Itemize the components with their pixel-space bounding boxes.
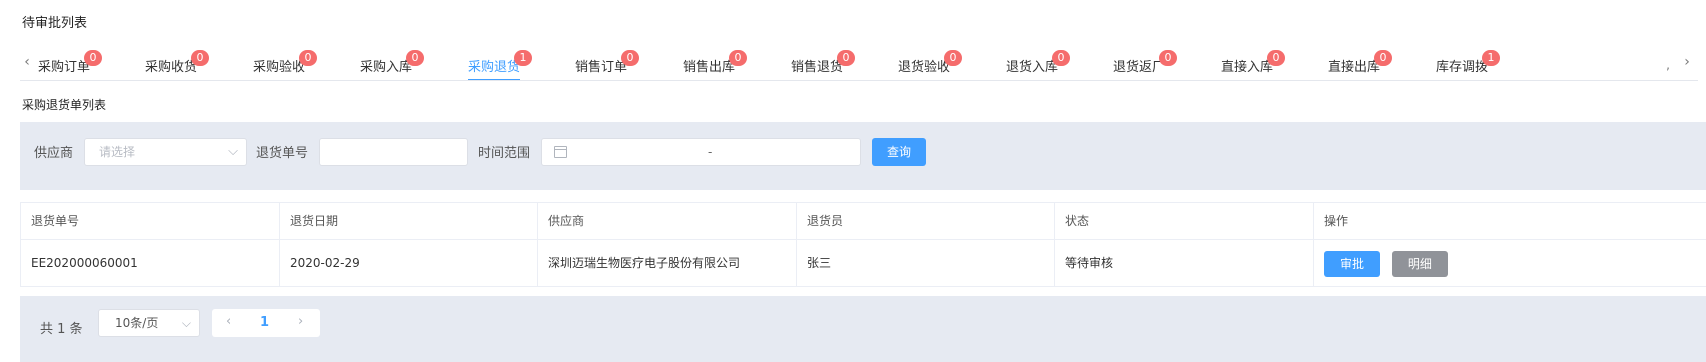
tab-badge: 0	[299, 50, 318, 66]
cell-status: 等待审核	[1055, 240, 1314, 286]
tab-badge: 0	[1159, 50, 1178, 66]
detail-button[interactable]: 明细	[1391, 250, 1448, 277]
tab-label: 直接出库	[1328, 60, 1381, 75]
time-range-label: 时间范围	[478, 146, 531, 161]
tab-badge: 0	[406, 50, 425, 66]
tabs-divider	[20, 80, 1698, 81]
cell-actions: 审批 明细	[1314, 240, 1706, 286]
tab-badge: 0	[621, 50, 640, 66]
tab-label: 销售出库	[683, 60, 736, 75]
tab-overflow-mark: ,	[1666, 58, 1670, 72]
filter-panel: 供应商 请选择 ⌵ 退货单号 时间范围 - 查询	[20, 122, 1706, 190]
tab-badge: 0	[1052, 50, 1071, 66]
supplier-label: 供应商	[34, 146, 74, 161]
calendar-icon	[554, 146, 567, 158]
page-number[interactable]: 1	[260, 315, 269, 330]
tab-label: 销售退货	[791, 60, 844, 75]
header-date: 退货日期	[280, 203, 538, 239]
tab-purchase-receive[interactable]: 采购收货 0	[145, 50, 210, 80]
tab-badge: 1	[514, 50, 533, 66]
tab-purchase-stock-in[interactable]: 采购入库 0	[360, 50, 425, 80]
tab-stock-transfer[interactable]: 库存调拨 1	[1436, 50, 1501, 80]
header-returner: 退货员	[797, 203, 1055, 239]
tab-label: 采购验收	[253, 60, 306, 75]
tab-label: 退货入库	[1006, 60, 1059, 75]
tab-label: 采购退货	[468, 60, 521, 75]
chevron-right-icon[interactable]: ›	[1680, 54, 1694, 70]
header-supplier: 供应商	[538, 203, 797, 239]
tabs-bar: ‹ 采购订单 0 采购收货 0 采购验收 0 采购入库 0 采购退货 1 销售订…	[20, 42, 1706, 82]
tab-direct-stock-out[interactable]: 直接出库 0	[1328, 50, 1393, 80]
pagination: 共 1 条 10条/页 ⌵ ‹ 1 ›	[20, 296, 1706, 362]
return-no-label: 退货单号	[256, 146, 309, 161]
time-range-separator: -	[708, 145, 713, 159]
tab-purchase-order[interactable]: 采购订单 0	[38, 50, 103, 80]
cell-date: 2020-02-29	[280, 240, 538, 286]
cell-returner: 张三	[797, 240, 1055, 286]
section-title: 采购退货单列表	[22, 98, 107, 112]
return-no-input[interactable]	[319, 138, 468, 166]
cell-return-no: EE202000060001	[21, 240, 280, 286]
tab-badge: 0	[191, 50, 210, 66]
time-range-picker[interactable]: -	[541, 138, 861, 166]
page-title: 待审批列表	[22, 16, 88, 31]
total-count: 共 1 条	[40, 322, 83, 337]
approve-button[interactable]: 审批	[1324, 250, 1381, 277]
tab-sales-order[interactable]: 销售订单 0	[575, 50, 640, 80]
tab-return-to-factory[interactable]: 退货返厂 0	[1113, 50, 1178, 80]
tab-label: 退货验收	[898, 60, 951, 75]
supplier-select[interactable]: 请选择 ⌵	[84, 138, 247, 166]
chevron-right-icon[interactable]: ›	[298, 314, 303, 329]
table-row: EE202000060001 2020-02-29 深圳迈瑞生物医疗电子股份有限…	[21, 240, 1706, 287]
tab-purchase-return[interactable]: 采购退货 1	[468, 50, 533, 81]
tab-badge: 0	[729, 50, 748, 66]
header-actions: 操作	[1314, 203, 1706, 239]
page-size-value: 10条/页	[115, 316, 159, 330]
tab-badge: 0	[944, 50, 963, 66]
cell-supplier: 深圳迈瑞生物医疗电子股份有限公司	[538, 240, 797, 286]
tab-label: 退货返厂	[1113, 60, 1166, 75]
tab-badge: 0	[84, 50, 103, 66]
tab-direct-stock-in[interactable]: 直接入库 0	[1221, 50, 1286, 80]
tab-label: 采购订单	[38, 60, 91, 75]
header-status: 状态	[1055, 203, 1314, 239]
tab-badge: 1	[1482, 50, 1501, 66]
tab-label: 库存调拨	[1436, 60, 1489, 75]
tab-return-stock-in[interactable]: 退货入库 0	[1006, 50, 1071, 80]
return-table: 退货单号 退货日期 供应商 退货员 状态 操作 EE202000060001 2…	[20, 202, 1706, 287]
chevron-left-icon[interactable]: ‹	[20, 54, 34, 70]
chevron-down-icon: ⌵	[228, 144, 238, 159]
chevron-left-icon[interactable]: ‹	[226, 314, 231, 329]
tab-badge: 0	[1374, 50, 1393, 66]
page-size-select[interactable]: 10条/页 ⌵	[98, 309, 200, 337]
tab-label: 销售订单	[575, 60, 628, 75]
tab-label: 采购收货	[145, 60, 198, 75]
supplier-placeholder: 请选择	[99, 145, 136, 159]
table-header: 退货单号 退货日期 供应商 退货员 状态 操作	[21, 203, 1706, 240]
tab-badge: 0	[837, 50, 856, 66]
chevron-down-icon: ⌵	[181, 316, 191, 330]
tab-badge: 0	[1267, 50, 1286, 66]
tab-sales-return[interactable]: 销售退货 0	[791, 50, 856, 80]
tab-return-inspect[interactable]: 退货验收 0	[898, 50, 963, 80]
tab-label: 直接入库	[1221, 60, 1274, 75]
tab-sales-stock-out[interactable]: 销售出库 0	[683, 50, 748, 80]
header-return-no: 退货单号	[21, 203, 280, 239]
tab-purchase-inspect[interactable]: 采购验收 0	[253, 50, 318, 80]
pager: ‹ 1 ›	[212, 309, 320, 337]
tab-label: 采购入库	[360, 60, 413, 75]
query-button[interactable]: 查询	[872, 138, 926, 166]
